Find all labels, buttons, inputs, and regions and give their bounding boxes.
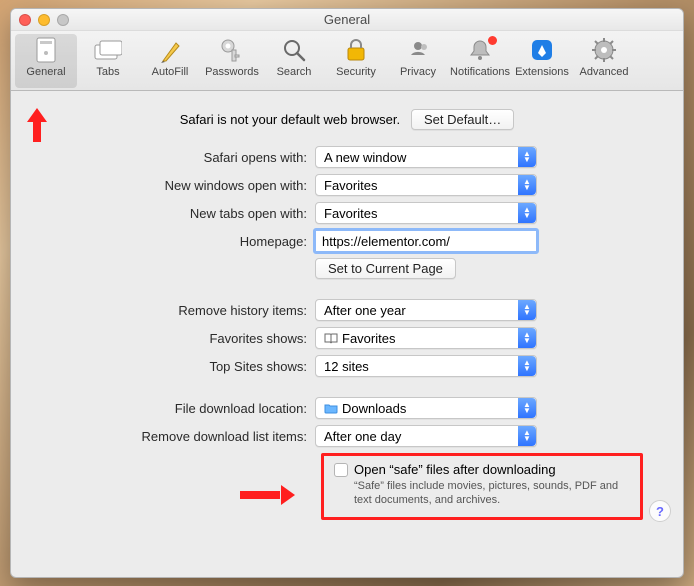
popup-value: Downloads [342,401,406,416]
toolbar-label: Passwords [201,66,263,78]
close-icon[interactable] [19,14,31,26]
toolbar-label: Tabs [77,66,139,78]
label-new-tabs: New tabs open with: [29,206,315,221]
toolbar-notifications[interactable]: Notifications [449,34,511,88]
window-title: General [324,12,370,27]
search-icon [280,36,308,64]
toolbar-label: Search [263,66,325,78]
chevron-updown-icon: ▲▼ [518,147,536,167]
extensions-icon [528,36,556,64]
label-remove-downloads: Remove download list items: [29,429,315,444]
label-favorites-shows: Favorites shows: [29,331,315,346]
safe-files-highlight: Open “safe” files after downloading “Saf… [321,453,643,520]
chevron-updown-icon: ▲▼ [518,175,536,195]
set-current-page-button[interactable]: Set to Current Page [315,258,456,279]
security-icon [342,36,370,64]
label-top-sites: Top Sites shows: [29,359,315,374]
chevron-updown-icon: ▲▼ [518,398,536,418]
window-controls [19,14,69,26]
toolbar-label: Extensions [511,66,573,78]
privacy-icon [404,36,432,64]
popup-value: Favorites [324,206,377,221]
safe-files-description: “Safe” files include movies, pictures, s… [354,479,630,507]
chevron-updown-icon: ▲▼ [518,426,536,446]
toolbar-tabs[interactable]: Tabs [77,34,139,88]
popup-value: Favorites [342,331,395,346]
chevron-updown-icon: ▲▼ [518,356,536,376]
popup-value: After one day [324,429,401,444]
toolbar-label: Security [325,66,387,78]
toolbar-extensions[interactable]: Extensions [511,34,573,88]
zoom-icon[interactable] [57,14,69,26]
preferences-window: General General Tabs AutoFill Passwords [10,8,684,578]
popup-top-sites[interactable]: 12 sites ▲▼ [315,355,537,377]
toolbar-search[interactable]: Search [263,34,325,88]
chevron-updown-icon: ▲▼ [518,300,536,320]
popup-new-tabs[interactable]: Favorites ▲▼ [315,202,537,224]
advanced-icon [590,36,618,64]
chevron-updown-icon: ▲▼ [518,203,536,223]
toolbar-general[interactable]: General [15,34,77,88]
annotation-arrow-up-icon [30,108,44,142]
toolbar-advanced[interactable]: Advanced [573,34,635,88]
chevron-updown-icon: ▲▼ [518,328,536,348]
popup-value: After one year [324,303,406,318]
label-opens-with: Safari opens with: [29,150,315,165]
titlebar[interactable]: General [11,9,683,31]
homepage-input[interactable] [315,230,537,252]
default-browser-message: Safari is not your default web browser. [180,112,400,127]
annotation-arrow-right-icon [240,488,295,502]
help-icon: ? [656,504,664,519]
content-pane: Safari is not your default web browser. … [11,91,683,534]
toolbar-privacy[interactable]: Privacy [387,34,449,88]
toolbar-label: General [15,66,77,78]
popup-download-location[interactable]: Downloads ▲▼ [315,397,537,419]
popup-remove-downloads[interactable]: After one day ▲▼ [315,425,537,447]
toolbar-autofill[interactable]: AutoFill [139,34,201,88]
popup-opens-with[interactable]: A new window ▲▼ [315,146,537,168]
general-icon [32,36,60,64]
popup-value: A new window [324,150,406,165]
folder-icon [324,402,338,414]
popup-new-windows[interactable]: Favorites ▲▼ [315,174,537,196]
toolbar-label: AutoFill [139,66,201,78]
help-button[interactable]: ? [649,500,671,522]
safe-files-checkbox[interactable] [334,463,348,477]
safe-files-label: Open “safe” files after downloading [354,462,556,477]
popup-value: 12 sites [324,359,369,374]
book-icon [324,332,338,344]
toolbar-label: Notifications [449,66,511,78]
set-default-button[interactable]: Set Default… [411,109,514,130]
label-homepage: Homepage: [29,234,315,249]
minimize-icon[interactable] [38,14,50,26]
popup-remove-history[interactable]: After one year ▲▼ [315,299,537,321]
popup-value: Favorites [324,178,377,193]
passwords-icon [218,36,246,64]
tabs-icon [94,36,122,64]
preferences-toolbar: General Tabs AutoFill Passwords Search [11,31,683,91]
label-new-windows: New windows open with: [29,178,315,193]
toolbar-passwords[interactable]: Passwords [201,34,263,88]
badge-icon [488,36,497,45]
toolbar-label: Privacy [387,66,449,78]
toolbar-security[interactable]: Security [325,34,387,88]
autofill-icon [156,36,184,64]
toolbar-label: Advanced [573,66,635,78]
popup-favorites-shows[interactable]: Favorites ▲▼ [315,327,537,349]
label-download-location: File download location: [29,401,315,416]
label-remove-history: Remove history items: [29,303,315,318]
